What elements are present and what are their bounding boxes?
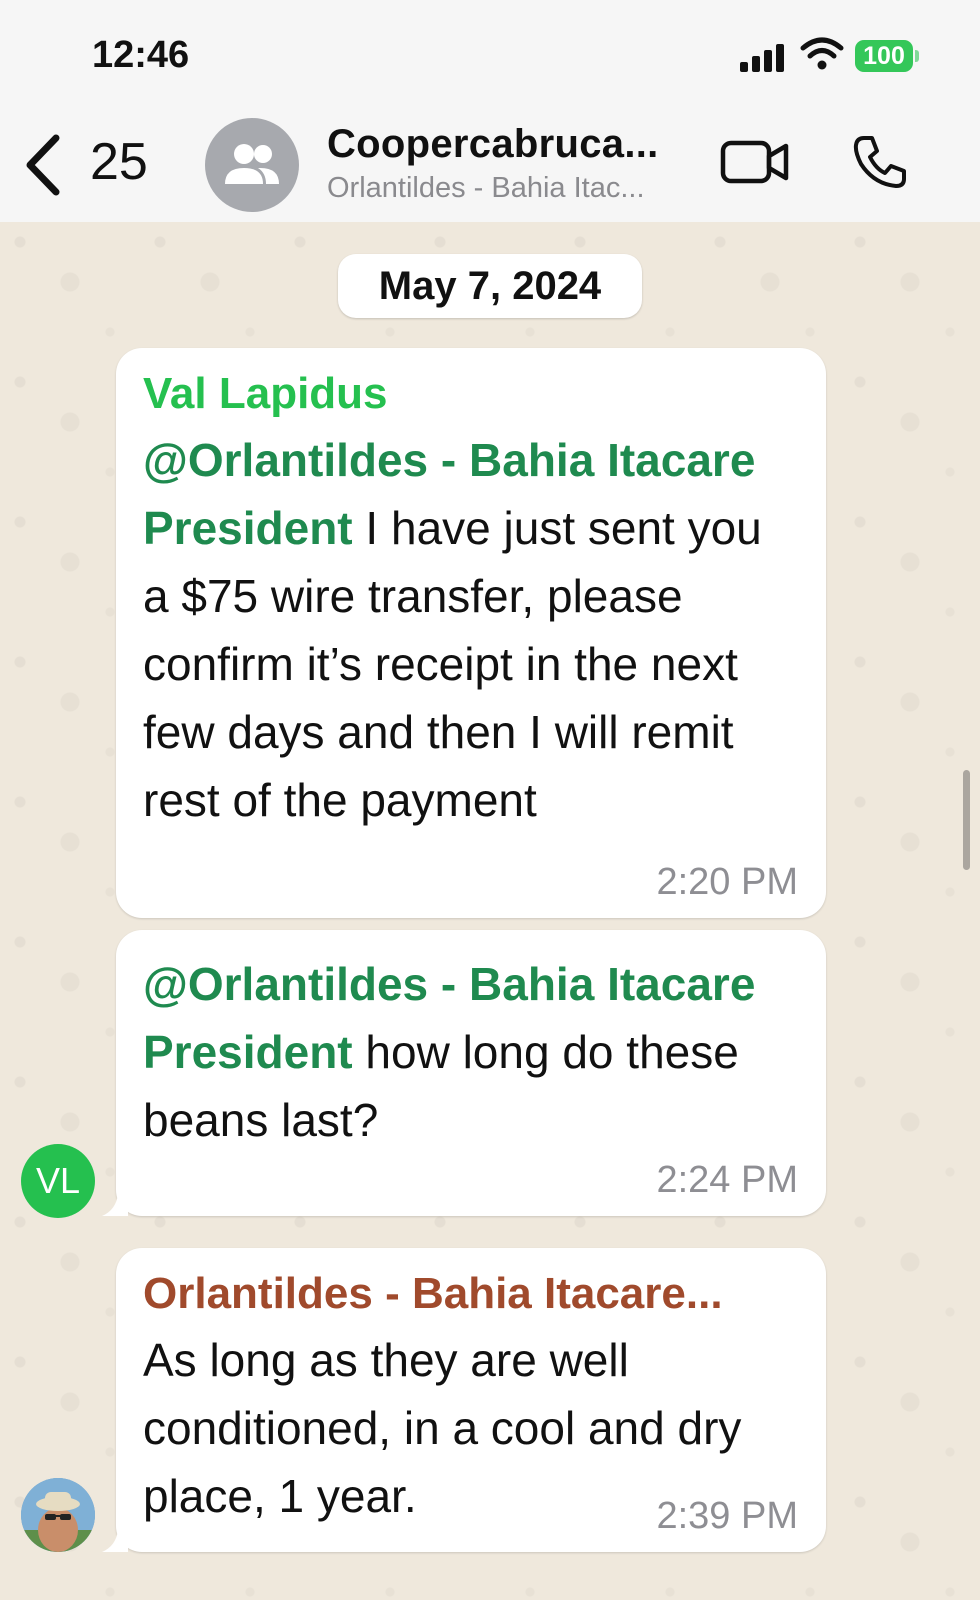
message-sender[interactable]: Val Lapidus: [143, 362, 798, 426]
bubble-tail: [102, 1194, 128, 1216]
chat-title[interactable]: Coopercabruca...: [327, 122, 659, 167]
scrollbar[interactable]: [963, 770, 970, 870]
status-bar: 12:46 100: [0, 0, 980, 110]
group-avatar-icon: [225, 144, 279, 184]
profile-photo-icon: [21, 1478, 95, 1552]
chat-messages-area[interactable]: May 7, 2024 Val Lapidus @Orlantildes - B…: [0, 222, 980, 1600]
chat-subtitle[interactable]: Orlantildes - Bahia Itac...: [327, 172, 645, 205]
video-call-icon[interactable]: [720, 138, 790, 186]
message-bubble[interactable]: Orlantildes - Bahia Itacare... As long a…: [102, 1248, 826, 1552]
message-text: @Orlantildes - Bahia Itacare President h…: [143, 944, 798, 1154]
chat-header: 25 Coopercabruca... Orlantildes - Bahia …: [0, 110, 980, 223]
message-text: @Orlantildes - Bahia Itacare President I…: [143, 426, 798, 834]
wifi-icon: [800, 37, 844, 70]
back-unread-count[interactable]: 25: [90, 132, 148, 192]
date-separator: May 7, 2024: [338, 254, 642, 318]
phone-call-icon[interactable]: [850, 132, 910, 192]
message-bubble[interactable]: @Orlantildes - Bahia Itacare President h…: [102, 930, 826, 1216]
status-time: 12:46: [92, 34, 190, 76]
sender-avatar[interactable]: VL: [21, 1144, 95, 1218]
message-time: 2:20 PM: [656, 861, 798, 903]
back-chevron-icon[interactable]: [22, 130, 64, 200]
message-time: 2:39 PM: [656, 1495, 798, 1537]
bubble-tail: [102, 1530, 128, 1552]
group-avatar[interactable]: [205, 118, 299, 212]
message-bubble[interactable]: Val Lapidus @Orlantildes - Bahia Itacare…: [116, 348, 826, 918]
message-time: 2:24 PM: [656, 1159, 798, 1201]
message-sender[interactable]: Orlantildes - Bahia Itacare...: [143, 1262, 798, 1326]
sender-avatar-photo[interactable]: [21, 1478, 95, 1552]
cellular-signal-icon: [740, 42, 788, 72]
battery-indicator: 100: [855, 40, 919, 72]
